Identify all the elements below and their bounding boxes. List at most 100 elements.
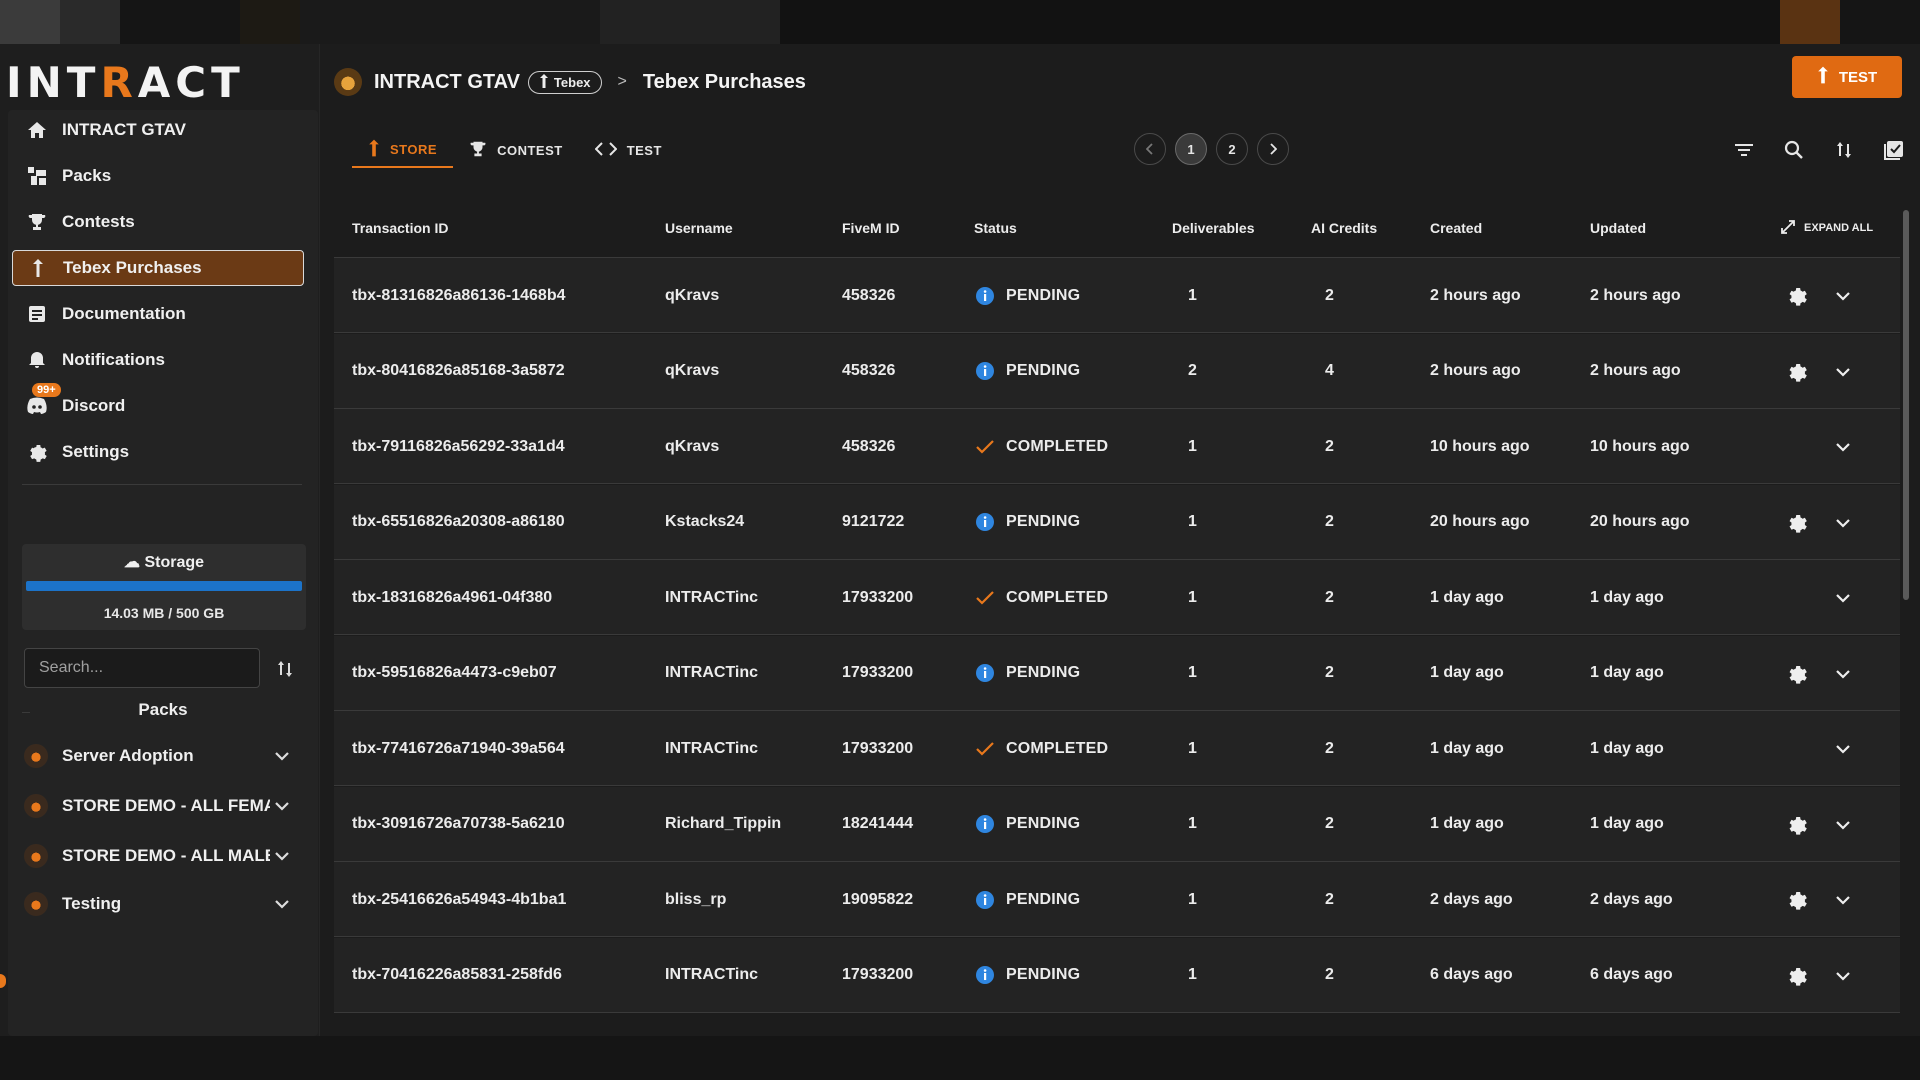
sidebar-item-label: INTRACT GTAV xyxy=(62,120,187,139)
cell-ai-credits: 2 xyxy=(1325,664,1334,681)
chevron-down-icon[interactable] xyxy=(1830,434,1856,460)
cell-transaction-id: tbx-70416226a85831-258fd6 xyxy=(352,966,562,983)
column-header-username[interactable]: Username xyxy=(665,198,733,258)
sidebar-item-documentation[interactable]: Documentation xyxy=(12,296,304,332)
table-row[interactable]: tbx-65516826a20308-a86180 Kstacks24 912172… xyxy=(334,484,1900,560)
column-header-status[interactable]: Status xyxy=(974,198,1017,258)
table-row[interactable]: tbx-25416626a54943-4b1ba1 bliss_rp 1909582… xyxy=(334,862,1900,937)
sidebar-item-contests[interactable]: Contests xyxy=(12,204,304,240)
chevron-down-icon[interactable] xyxy=(1830,963,1856,989)
select-all-checkbox-icon[interactable] xyxy=(1880,136,1908,164)
tab-contest[interactable]: CONTEST xyxy=(453,132,579,168)
scrollbar-thumb[interactable] xyxy=(1903,210,1909,600)
chevron-down-icon[interactable] xyxy=(1830,359,1856,385)
tab-test[interactable]: TEST xyxy=(579,132,678,168)
intract-logo[interactable]: INTRACT xyxy=(6,58,245,107)
table-row[interactable]: tbx-30916726a70738-5a6210 Richard_Tippin 1… xyxy=(334,786,1900,862)
prev-page-button[interactable] xyxy=(1134,133,1166,165)
next-page-button[interactable] xyxy=(1257,133,1289,165)
expand-arrows-icon xyxy=(1780,219,1796,238)
cell-deliverables: 1 xyxy=(1188,966,1197,983)
table-row[interactable]: tbx-77416726a71940-39a564 INTRACTinc 17933… xyxy=(334,711,1900,786)
sidebar-item-tebex-purchases[interactable]: Tebex Purchases xyxy=(12,250,304,286)
column-header-deliverables[interactable]: Deliverables xyxy=(1172,198,1255,258)
pack-item-store-demo-female[interactable]: STORE DEMO - ALL FEMA... xyxy=(22,788,304,824)
status-badge: PENDING xyxy=(974,787,1080,862)
home-icon xyxy=(26,119,48,141)
tebex-icon xyxy=(368,139,380,160)
table-row[interactable]: tbx-18316826a4961-04f380 INTRACTinc 179332… xyxy=(334,560,1900,635)
cell-created: 1 day ago xyxy=(1430,739,1504,757)
cell-ai-credits: 2 xyxy=(1325,513,1334,530)
chevron-down-icon[interactable] xyxy=(270,751,294,761)
tab-store[interactable]: STORE xyxy=(352,132,454,168)
sidebar-divider xyxy=(22,484,302,485)
pack-item-store-demo-male[interactable]: STORE DEMO - ALL MALE xyxy=(22,838,304,874)
status-text: COMPLETED xyxy=(1006,437,1109,455)
breadcrumb-project[interactable]: INTRACT GTAV xyxy=(374,71,520,94)
chevron-down-icon[interactable] xyxy=(270,851,294,861)
gear-icon[interactable] xyxy=(1784,283,1810,309)
gear-icon[interactable] xyxy=(1784,510,1810,536)
pack-search-input[interactable] xyxy=(24,648,260,688)
pack-item-testing[interactable]: Testing xyxy=(22,886,304,922)
info-icon xyxy=(974,511,996,533)
cell-fivem-id: 17933200 xyxy=(842,588,914,606)
trophy-icon xyxy=(469,140,487,161)
table-row[interactable]: tbx-81316826a86136-1468b4 qKravs 458326 1 2 2… xyxy=(334,258,1900,333)
chevron-down-icon[interactable] xyxy=(1830,585,1856,611)
page-button-2[interactable]: 2 xyxy=(1216,133,1248,165)
test-button[interactable]: TEST xyxy=(1792,56,1902,98)
cell-username: INTRACTinc xyxy=(665,664,759,681)
storage-panel: ☁ Storage 14.03 MB / 500 GB xyxy=(22,544,306,630)
filter-icon[interactable] xyxy=(1730,136,1758,164)
gear-icon[interactable] xyxy=(1784,963,1810,989)
chevron-down-icon[interactable] xyxy=(1830,812,1856,838)
page-button-1[interactable]: 1 xyxy=(1175,133,1207,165)
sort-icon[interactable] xyxy=(1830,136,1858,164)
column-header-updated[interactable]: Updated xyxy=(1590,198,1646,258)
table-scrollbar[interactable] xyxy=(1902,198,1910,1028)
cell-created: 2 hours ago xyxy=(1430,362,1521,379)
column-header-fivem-id[interactable]: FiveM ID xyxy=(842,198,900,258)
chevron-down-icon[interactable] xyxy=(1830,736,1856,762)
chevron-down-icon[interactable] xyxy=(1830,661,1856,687)
cell-username: INTRACTinc xyxy=(665,588,759,606)
gear-icon[interactable] xyxy=(1784,359,1810,385)
column-header-transaction-id[interactable]: Transaction ID xyxy=(352,198,448,258)
pack-item-server-adoption[interactable]: Server Adoption xyxy=(22,738,304,774)
sidebar-item-settings[interactable]: Settings xyxy=(12,434,304,470)
cell-updated: 1 day ago xyxy=(1590,664,1664,681)
table-row[interactable]: tbx-70416226a85831-258fd6 INTRACTinc 17933… xyxy=(334,937,1900,1013)
check-icon xyxy=(974,587,996,609)
sidebar-item-packs[interactable]: Packs xyxy=(12,158,304,194)
chevron-down-icon[interactable] xyxy=(1830,510,1856,536)
chevron-down-icon[interactable] xyxy=(1830,887,1856,913)
sidebar: INTRACT INTRACT GTAV Packs Contests Tebe… xyxy=(0,44,320,1036)
sidebar-item-label: Notifications xyxy=(62,350,165,369)
sidebar-item-discord[interactable]: Discord xyxy=(12,388,304,424)
sort-icon[interactable] xyxy=(272,656,298,682)
chevron-down-icon[interactable] xyxy=(270,801,294,811)
sidebar-item-label: Contests xyxy=(62,212,135,231)
chevron-down-icon[interactable] xyxy=(1830,283,1856,309)
table-row[interactable]: tbx-80416826a85168-3a5872 qKravs 458326 2 4 2… xyxy=(334,333,1900,409)
edge-indicator xyxy=(0,974,6,988)
cell-ai-credits: 2 xyxy=(1325,739,1334,757)
cell-created: 20 hours ago xyxy=(1430,513,1530,530)
sidebar-item-intract-gtav[interactable]: INTRACT GTAV xyxy=(12,112,304,148)
table-row[interactable]: tbx-79116826a56292-33a1d4 qKravs 458326 1 2 1… xyxy=(334,409,1900,484)
chevron-down-icon[interactable] xyxy=(270,899,294,909)
search-icon[interactable] xyxy=(1780,136,1808,164)
column-header-created[interactable]: Created xyxy=(1430,198,1482,258)
status-badge: COMPLETED xyxy=(974,409,1108,484)
project-avatar xyxy=(334,68,362,96)
expand-all-button[interactable]: EXPAND ALL xyxy=(1780,198,1873,258)
table-row[interactable]: tbx-59516826a4473-c9eb07 INTRACTinc 179332… xyxy=(334,635,1900,711)
status-badge: PENDING xyxy=(974,334,1080,409)
sidebar-item-notifications[interactable]: Notifications xyxy=(12,342,304,378)
gear-icon[interactable] xyxy=(1784,887,1810,913)
gear-icon[interactable] xyxy=(1784,812,1810,838)
gear-icon[interactable] xyxy=(1784,661,1810,687)
column-header-ai-credits[interactable]: AI Credits xyxy=(1311,198,1377,258)
